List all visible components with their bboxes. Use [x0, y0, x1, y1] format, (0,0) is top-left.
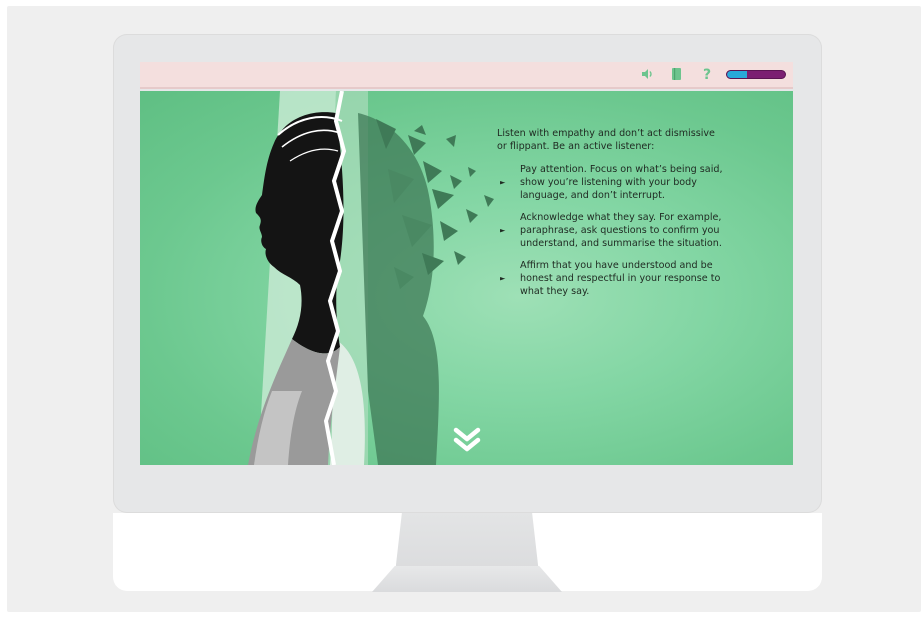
double-chevron-down-icon[interactable]	[451, 424, 483, 456]
bullet-arrow-icon: ►	[500, 178, 506, 186]
help-button[interactable]: ?	[698, 67, 716, 83]
list-item: ► Acknowledge what they say. For example…	[497, 211, 727, 250]
slide-content: Listen with empathy and don’t act dismis…	[497, 127, 727, 307]
list-item-text: Pay attention. Focus on what’s being sai…	[520, 164, 723, 201]
monitor-stand-base	[372, 566, 562, 592]
course-toolbar: ?	[140, 62, 793, 89]
list-item: ► Pay attention. Focus on what’s being s…	[497, 163, 727, 202]
bullet-arrow-icon: ►	[500, 226, 506, 234]
list-item-text: Affirm that you have understood and be h…	[520, 260, 721, 297]
list-item: ► Affirm that you have understood and be…	[497, 259, 727, 298]
course-progress-bar	[726, 70, 786, 79]
list-item-text: Acknowledge what they say. For example, …	[520, 212, 722, 249]
slide-intro-text: Listen with empathy and don’t act dismis…	[497, 128, 715, 152]
bullet-arrow-icon: ►	[500, 274, 506, 282]
slide-stage: Listen with empathy and don’t act dismis…	[140, 91, 793, 465]
speaker-icon[interactable]	[638, 67, 656, 83]
monitor-screen: ? Listen with empathy and don’t act dism…	[140, 62, 793, 465]
course-progress-fill	[727, 71, 748, 78]
book-icon[interactable]	[668, 67, 686, 83]
